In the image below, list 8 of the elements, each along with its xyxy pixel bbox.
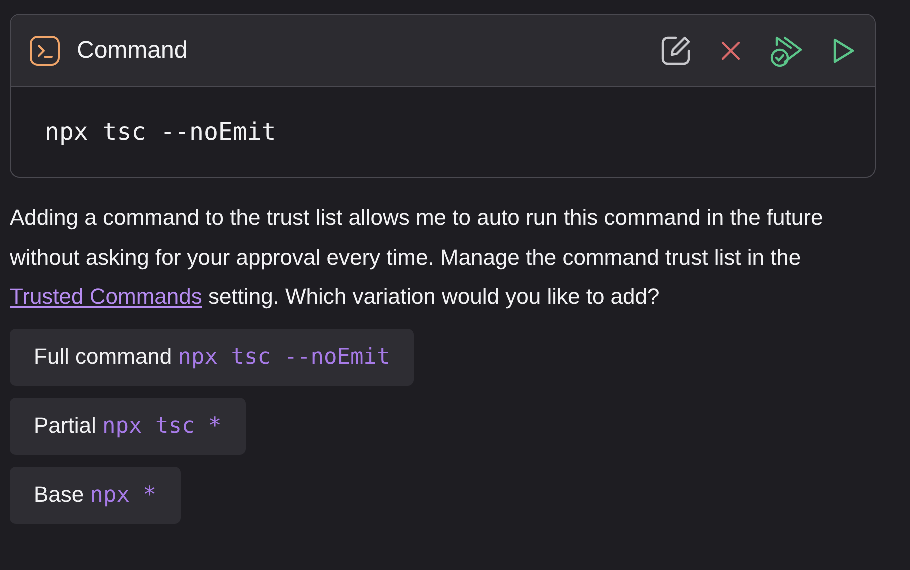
variation-option-button[interactable]: Full command npx tsc --noEmit	[10, 328, 414, 386]
command-text: npx tsc --noEmit	[45, 117, 276, 148]
message-paragraph: Adding a command to the trust list allows me to auto run this command in the future without asking for your approval every time. Manage the command trust list in the Trusted Commands setting. Which variation would you like to add?	[10, 204, 824, 311]
variation-option-button[interactable]: Partial npx tsc *	[10, 398, 246, 454]
terminal-icon	[29, 34, 61, 66]
variation-option-button[interactable]: Base npx *	[10, 466, 180, 524]
card-title: Command	[77, 36, 188, 66]
trusted-commands-link[interactable]: Trusted Commands	[10, 284, 202, 309]
